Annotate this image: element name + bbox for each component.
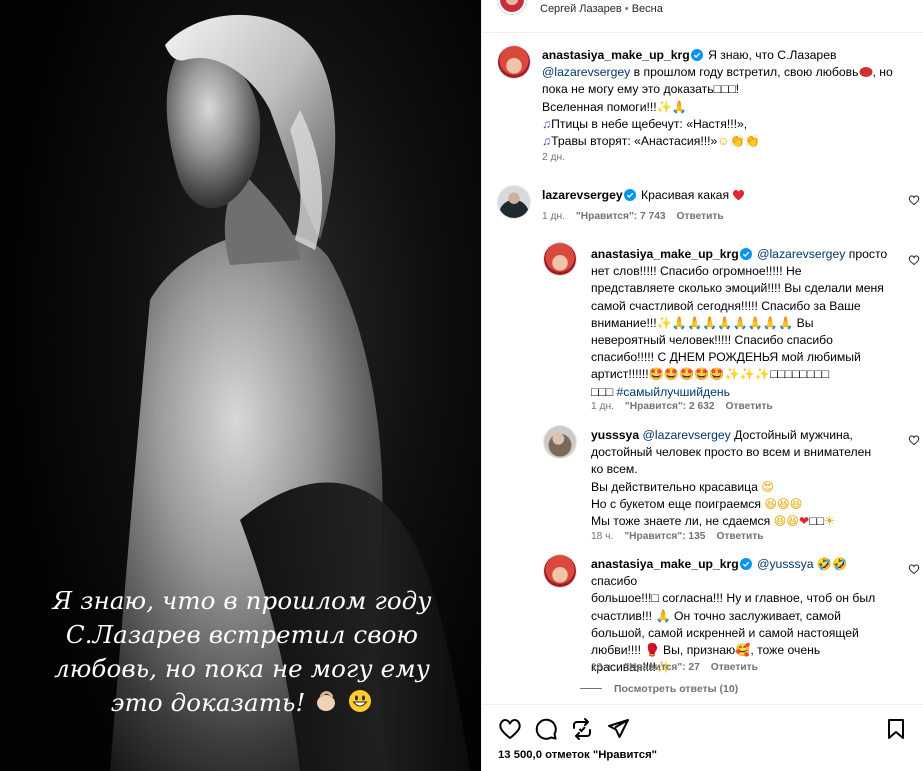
- comment-meta: 18 ч. "Нравится": 135 Ответить: [591, 531, 764, 542]
- comment-username[interactable]: anastasiya_make_up_krg: [591, 557, 739, 571]
- caption-meta: 2 дн.: [542, 152, 565, 163]
- comment-username[interactable]: yusssya: [591, 428, 639, 442]
- view-replies-button[interactable]: Посмотреть ответы (10): [580, 683, 738, 695]
- praying-hands-emoji-icon: 🙏: [671, 99, 688, 114]
- reply-button[interactable]: Ответить: [716, 531, 763, 542]
- like-comment-heart-icon[interactable]: [908, 254, 920, 266]
- avatar[interactable]: [498, 46, 530, 78]
- reply-button[interactable]: Ответить: [726, 401, 773, 412]
- star-struck-emoji-icon: 🤩🤩🤩🤩🤩: [648, 367, 725, 382]
- clapping-hands-emoji-icon: 👏: [744, 134, 761, 149]
- heart-eyes-emoji-icon: 😍: [761, 479, 775, 494]
- praying-hands-emoji-icon: 🙏: [655, 608, 671, 623]
- emoji-placeholder: □: [651, 591, 659, 606]
- author-avatar[interactable]: [498, 0, 526, 14]
- musical-notes-emoji-icon: ♫: [542, 116, 552, 131]
- like-comment-heart-icon[interactable]: [908, 194, 920, 206]
- post-photo[interactable]: Я знаю, что в прошлом году С.Лазарев вст…: [0, 0, 481, 771]
- divider-line: [580, 688, 602, 689]
- comment-mention[interactable]: @yusssya: [757, 557, 813, 571]
- reply-button[interactable]: Ответить: [711, 662, 758, 673]
- grinning-emoji-icon: 😆😆😆: [764, 496, 803, 511]
- share-icon[interactable]: [606, 717, 630, 741]
- comment-likes[interactable]: "Нравится": 27: [624, 662, 699, 673]
- reply-text: anastasiya_make_up_krg @lazarevsergey пр…: [591, 247, 888, 399]
- hashtag-link[interactable]: #самыйлучшийдень: [616, 385, 730, 399]
- red-heart-emoji-icon: ❤: [799, 514, 810, 529]
- laughing-emoji-icon: 🤣🤣: [816, 557, 848, 571]
- boxing-glove-emoji-icon: [859, 67, 873, 78]
- avatar[interactable]: [544, 243, 576, 275]
- comments-panel: Сергей Лазарев • Весна anastasiya_make_u…: [481, 0, 923, 771]
- like-comment-heart-icon[interactable]: [908, 563, 920, 575]
- smiling-face-emoji-icon: ☺: [717, 134, 730, 149]
- image-caption: Я знаю, что в прошлом году С.Лазарев вст…: [52, 586, 432, 717]
- post-caption: anastasiya_make_up_krg Я знаю, что С.Лаз…: [542, 48, 893, 149]
- caption-mention[interactable]: @lazarevsergey: [542, 65, 630, 79]
- avatar[interactable]: [544, 426, 576, 458]
- post-header: Сергей Лазарев • Весна: [482, 0, 923, 33]
- boxing-glove-emoji-icon: 🥊: [644, 643, 660, 658]
- comment-meta: 18 ч. "Нравится": 27 Ответить: [591, 662, 758, 673]
- sun-emoji-icon: ☀: [823, 514, 835, 529]
- verified-icon: [690, 49, 703, 61]
- smiling-hearts-emoji-icon: 🥰: [735, 643, 751, 658]
- musical-notes-emoji-icon: ♫: [542, 134, 552, 149]
- sparkle-emoji-icon: ✨: [656, 315, 672, 330]
- comment-username[interactable]: anastasiya_make_up_krg: [591, 247, 739, 261]
- verified-icon: [739, 558, 752, 570]
- emoji-placeholder: □□□□□□□□: [770, 367, 829, 382]
- comment-meta: 1 дн. "Нравится": 2 632 Ответить: [591, 401, 773, 412]
- likes-count[interactable]: 13 500,0 отметок "Нравится": [498, 749, 657, 761]
- comment-mention[interactable]: @lazarevsergey: [757, 247, 845, 261]
- clapping-hands-emoji-icon: 👏: [729, 134, 745, 149]
- pinching-hand-emoji-icon: [317, 691, 336, 711]
- avatar[interactable]: [544, 555, 576, 587]
- emoji-placeholder: □□□: [591, 384, 614, 399]
- comment-mention[interactable]: @lazarevsergey: [643, 428, 731, 442]
- reply-text: yusssya @lazarevsergey Достойный мужчина…: [591, 428, 872, 529]
- verified-icon: [739, 248, 752, 260]
- emoji-placeholder: □□□: [713, 82, 736, 97]
- post-header-audio[interactable]: Сергей Лазарев • Весна: [540, 3, 663, 15]
- emoji-placeholder: □□: [809, 514, 824, 529]
- bookmark-icon[interactable]: [884, 717, 908, 741]
- grinning-emoji-icon: 😆😆: [773, 514, 800, 529]
- verified-icon: [623, 189, 636, 201]
- caption-username[interactable]: anastasiya_make_up_krg: [542, 48, 690, 62]
- comment-meta: 1 дн. "Нравится": 7 743 Ответить: [542, 211, 724, 222]
- comment-text: lazarevsergey Красивая какая: [542, 187, 882, 204]
- sparkle-emoji-icon: ✨: [656, 99, 672, 114]
- comment-icon[interactable]: [534, 717, 558, 741]
- avatar[interactable]: [498, 186, 530, 218]
- comment-username[interactable]: lazarevsergey: [542, 188, 623, 202]
- repost-icon[interactable]: [570, 717, 594, 741]
- sparkle-emoji-icon: ✨✨✨: [724, 367, 771, 382]
- praying-hands-emoji-icon: 🙏🙏🙏🙏🙏🙏🙏🙏: [671, 315, 794, 330]
- comment-likes[interactable]: "Нравится": 7 743: [576, 211, 666, 222]
- grinning-face-emoji-icon: [349, 690, 372, 712]
- comment-likes[interactable]: "Нравится": 135: [624, 531, 705, 542]
- red-heart-emoji-icon: [733, 189, 745, 201]
- like-comment-heart-icon[interactable]: [908, 434, 920, 446]
- reply-text: anastasiya_make_up_krg @yusssya 🤣🤣 спаси…: [591, 557, 876, 675]
- comment-likes[interactable]: "Нравится": 2 632: [625, 401, 715, 412]
- reply-button[interactable]: Ответить: [677, 211, 724, 222]
- heart-icon[interactable]: [498, 717, 522, 741]
